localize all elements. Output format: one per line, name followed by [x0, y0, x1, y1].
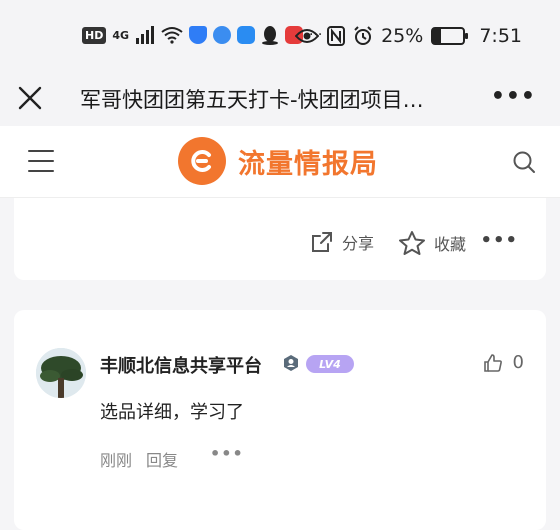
status-icons-right: 25% 7:51 — [295, 25, 522, 47]
share-icon — [312, 232, 332, 252]
cloud-app-icon — [237, 26, 256, 44]
more-options-button[interactable]: ••• — [491, 84, 536, 109]
site-logo[interactable]: 流量情报局 — [178, 137, 378, 185]
browser-app-icon — [213, 26, 232, 44]
alarm-icon — [354, 26, 372, 45]
level-badge: LV4 — [306, 355, 354, 373]
qq-icon — [262, 26, 279, 45]
clock: 7:51 — [479, 25, 522, 47]
avatar[interactable] — [36, 348, 86, 398]
share-label: 分享 — [342, 234, 375, 253]
site-header: 流量情报局 — [0, 126, 560, 198]
logo-mark-icon — [178, 137, 226, 185]
comment-author[interactable]: 丰顺北信息共享平台 — [100, 352, 262, 378]
title-bar: 军哥快团团第五天打卡-快团团项目… ••• — [0, 70, 560, 126]
eye-icon — [295, 29, 320, 43]
star-icon — [399, 231, 425, 255]
comment-card: 丰顺北信息共享平台 LV4 0 选品详细，学习了 刚刚 回复 ••• — [14, 310, 546, 530]
like-count: 0 — [512, 352, 524, 373]
post-more-button[interactable]: ••• — [480, 230, 518, 251]
nfc-icon — [327, 26, 346, 46]
status-icons-left: HD 4G ··· — [82, 25, 322, 45]
hamburger-menu-icon[interactable] — [28, 150, 54, 172]
thumbs-up-icon — [483, 353, 502, 372]
comment-more-button[interactable]: ••• — [210, 444, 244, 463]
post-action-card: 分享 收藏 ••• — [14, 198, 546, 280]
close-icon[interactable] — [16, 84, 44, 112]
page-title: 军哥快团团第五天打卡-快团团项目… — [80, 88, 424, 112]
like-button[interactable]: 0 — [483, 352, 524, 373]
hd-icon: HD — [82, 26, 107, 44]
share-button[interactable]: 分享 — [310, 230, 374, 254]
shield-app-icon — [189, 26, 208, 44]
battery-percent: 25% — [381, 25, 424, 47]
reply-button[interactable]: 回复 — [146, 447, 178, 471]
status-bar: HD 4G ··· 25% 7:51 — [0, 0, 560, 70]
verified-user-icon — [284, 355, 298, 371]
comment-text: 选品详细，学习了 — [100, 402, 244, 423]
logo-text: 流量情报局 — [238, 148, 378, 180]
signal-icon — [136, 26, 155, 44]
battery-level — [433, 29, 441, 43]
battery-icon — [431, 27, 469, 45]
favorite-button[interactable]: 收藏 — [398, 230, 466, 256]
network-type: 4G — [112, 28, 130, 42]
favorite-label: 收藏 — [434, 235, 467, 254]
comment-meta: 刚刚 回复 — [100, 447, 178, 471]
search-icon[interactable] — [512, 150, 536, 174]
wifi-icon — [161, 27, 183, 44]
comment-time: 刚刚 — [100, 451, 133, 470]
